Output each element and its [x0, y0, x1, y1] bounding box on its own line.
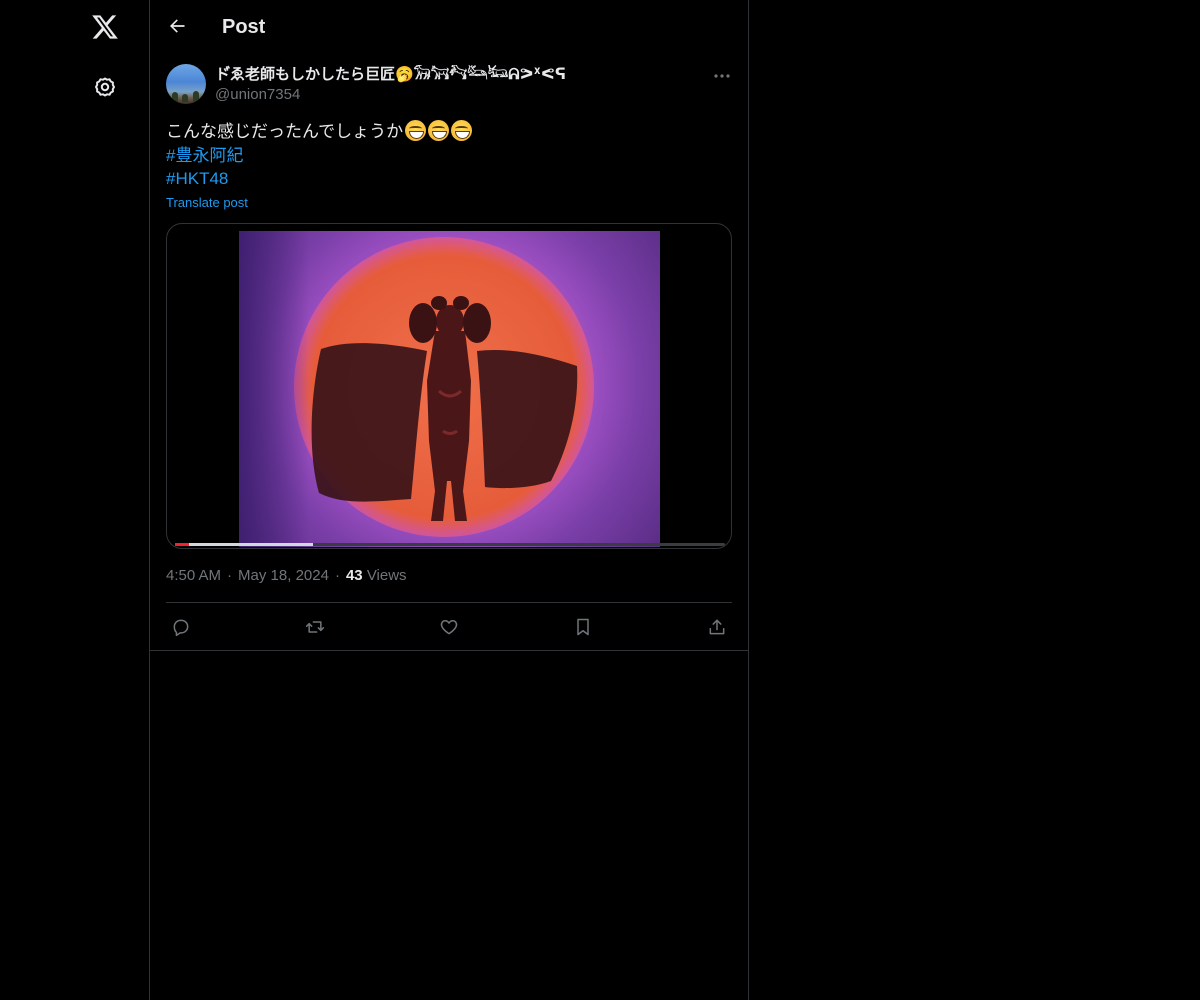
arrow-left-icon: [170, 19, 185, 33]
like-button[interactable]: [436, 614, 462, 640]
heart-icon: [440, 620, 458, 635]
video-figure-silhouette: [311, 296, 578, 521]
reply-button[interactable]: [168, 614, 194, 640]
post-date-link[interactable]: May 18, 2024: [238, 567, 329, 584]
page-header: Post: [150, 0, 748, 53]
post-detail: ド゙ゑ老師もしかしたら巨匠🥱𓃘𓃙𓃚𓃛𓃜ᕱᕗᕽᕙᕋ @union7354 こんな感…: [150, 53, 748, 651]
avatar[interactable]: [166, 64, 206, 104]
bookmark-icon: [577, 618, 589, 636]
main-column: Post ド゙ゑ老師もしかしたら巨匠🥱𓃘𓃙𓃚𓃛𓃜ᕱᕗᕽᕙᕋ @union7354…: [149, 0, 749, 1000]
grinning-face-emoji-icon: [405, 120, 427, 141]
author-handle[interactable]: @union7354: [215, 85, 675, 105]
more-horizontal-icon: [714, 74, 730, 78]
page-title: Post: [222, 16, 266, 38]
reply-icon: [173, 619, 189, 637]
gear-icon[interactable]: [90, 72, 120, 102]
grinning-face-emoji-icon: [428, 120, 450, 141]
repost-button[interactable]: [302, 614, 328, 640]
post-actions: [166, 611, 732, 643]
back-button[interactable]: [163, 12, 191, 40]
video-progress-bar[interactable]: [175, 543, 725, 546]
video-played-bar: [175, 543, 189, 546]
grinning-face-emoji-icon: [451, 120, 473, 141]
left-navigation: [0, 0, 150, 1000]
translate-post-link[interactable]: Translate post: [166, 194, 248, 212]
post-author: ド゙ゑ老師もしかしたら巨匠🥱𓃘𓃙𓃚𓃛𓃜ᕱᕗᕽᕙᕋ @union7354: [215, 65, 675, 105]
bookmark-button[interactable]: [570, 614, 596, 640]
share-button[interactable]: [704, 614, 730, 640]
more-button[interactable]: [710, 66, 734, 86]
share-icon: [709, 619, 725, 635]
divider: [166, 602, 732, 603]
video-frame: [239, 231, 660, 547]
post-time-link[interactable]: 4:50 AM: [166, 567, 221, 584]
post-text-body: こんな感じだったんでしょうか: [166, 122, 404, 141]
views-count: 43: [345, 567, 363, 584]
views-label: Views: [366, 567, 407, 584]
x-logo-icon[interactable]: [88, 10, 122, 44]
author-display-name[interactable]: ド゙ゑ老師もしかしたら巨匠🥱𓃘𓃙𓃚𓃛𓃜ᕱᕗᕽᕙᕋ: [215, 65, 675, 85]
video-buffered-bar: [175, 543, 313, 546]
hashtag-link[interactable]: #HKT48: [166, 169, 228, 188]
post-metadata: 4:50 AM · May 18, 2024 · 43 Views: [166, 567, 407, 584]
hashtag-link[interactable]: #豊永阿紀: [166, 146, 243, 165]
video-player[interactable]: [166, 223, 732, 549]
post-text-line: こんな感じだったんでしょうか: [166, 120, 732, 144]
post-text: こんな感じだったんでしょうか #豊永阿紀 #HKT48: [166, 120, 732, 191]
repost-icon: [305, 621, 325, 633]
